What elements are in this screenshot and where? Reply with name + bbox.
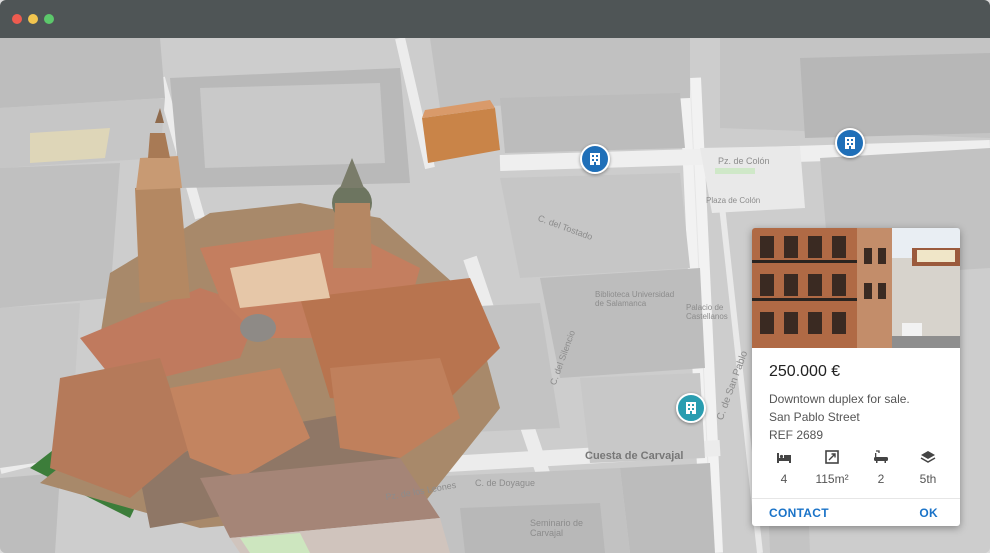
contact-button[interactable]: CONTACT [769, 506, 829, 520]
maximize-window-button[interactable] [44, 14, 54, 24]
stat-area: 115m² [807, 450, 857, 486]
listing-details: Downtown duplex for sale. San Pablo Stre… [769, 390, 910, 444]
building-icon [845, 137, 855, 149]
property-pin-2[interactable] [835, 128, 865, 158]
map-label-biblioteca: Biblioteca Universidad de Salamanca [595, 290, 675, 308]
map-label-cuesta-carvajal: Cuesta de Carvajal [585, 450, 684, 462]
map-label-plaza-colon: Pz. de Colón [718, 156, 770, 166]
layers-icon [920, 451, 936, 463]
listing-photo[interactable] [752, 228, 960, 348]
stat-bathrooms-value: 2 [877, 472, 885, 486]
building-icon [686, 402, 696, 414]
property-pin-3[interactable] [676, 393, 706, 423]
map-label-c-doyague: C. de Doyague [475, 478, 536, 488]
listing-price: 250.000 € [769, 363, 841, 380]
app-window: Pz. de Colón Plaza de Colón C. del Tosta… [0, 0, 990, 553]
bathtub-icon [874, 450, 888, 463]
map-label-palacio: Palacio de Castellanos [686, 303, 728, 321]
property-pin-1[interactable] [580, 144, 610, 174]
listing-description: Downtown duplex for sale. [769, 392, 910, 406]
map-label-plaza-colon-small: Plaza de Colón [706, 196, 761, 205]
listing-ref: REF 2689 [769, 428, 824, 442]
map-label-seminario: Seminario de Carvajal [530, 518, 584, 538]
stat-floor: 5th [903, 450, 953, 486]
window-titlebar [0, 0, 990, 38]
stat-area-value: 115m² [815, 472, 849, 486]
stat-bathrooms: 2 [856, 450, 906, 486]
area-icon [825, 450, 839, 464]
minimize-window-button[interactable] [28, 14, 38, 24]
stat-floor-value: 5th [919, 472, 937, 486]
card-divider [752, 498, 960, 499]
listing-card: 250.000 € Downtown duplex for sale. San … [752, 228, 960, 526]
listing-street: San Pablo Street [769, 410, 860, 424]
listing-stats: 4 115m² 2 5th [752, 450, 960, 490]
building-icon [590, 153, 600, 165]
close-window-button[interactable] [12, 14, 22, 24]
bed-icon [777, 453, 791, 463]
ok-button[interactable]: OK [919, 506, 938, 520]
stat-bedrooms: 4 [759, 450, 809, 486]
stat-bedrooms-value: 4 [780, 472, 788, 486]
